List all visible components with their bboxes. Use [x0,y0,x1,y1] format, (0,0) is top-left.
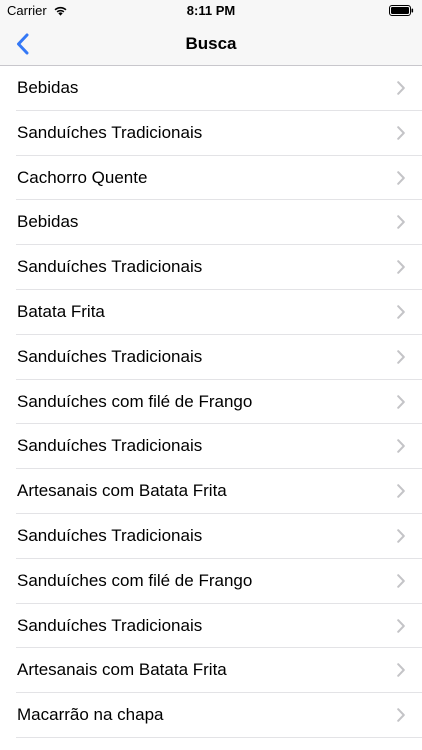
chevron-right-icon [397,125,405,140]
chevron-right-icon [397,394,405,409]
status-bar: Carrier 8:11 PM [0,0,422,22]
app-screen: Carrier 8:11 PM Busca Bebidas Sanduíches… [0,0,422,750]
chevron-right-icon [397,439,405,454]
list-item[interactable]: Bebidas [0,66,422,111]
list-item[interactable]: Sanduíches com filé de Frango [0,559,422,604]
list-item[interactable]: Cachorro Quente [0,156,422,201]
list-item[interactable]: Sanduíches Tradicionais [0,604,422,649]
chevron-right-icon [397,170,405,185]
list-item-label: Bebidas [17,78,79,97]
list-item-label: Macarrão na chapa [17,705,164,725]
list-item-label: Sanduíches Tradicionais [17,346,203,366]
list-item[interactable] [0,738,422,750]
list-item[interactable]: Artesanais com Batata Frita [0,648,422,693]
list-item-label: Artesanais com Batata Frita [17,481,227,501]
list-item[interactable]: Sanduíches Tradicionais [0,111,422,156]
list-item[interactable]: Artesanais com Batata Frita [0,469,422,514]
list-item-label: Sanduíches com filé de Frango [17,570,253,590]
list-item[interactable]: Sanduíches com filé de Frango [0,380,422,425]
chevron-right-icon [397,529,405,543]
list-item-label: Bebidas [17,212,79,232]
list-item-label: Sanduíches Tradicionais [17,615,203,635]
page-title: Busca [185,34,237,53]
chevron-right-icon [397,349,405,364]
list-item-label: Sanduíches Tradicionais [17,436,203,456]
list-item[interactable]: Sanduíches Tradicionais [0,514,422,559]
list-item-label: Sanduíches com filé de Frango [17,391,253,411]
chevron-right-icon [397,708,405,722]
list-item[interactable]: Sanduíches Tradicionais [0,424,422,469]
battery-icon [389,5,414,16]
list-item[interactable]: Sanduíches Tradicionais [0,335,422,380]
list-item[interactable]: Sanduíches Tradicionais [0,245,422,290]
chevron-right-icon [397,215,405,230]
chevron-right-icon [397,260,405,274]
chevron-right-icon [397,618,405,633]
list-item-label: Sanduíches Tradicionais [17,122,203,142]
list-item-label: Artesanais com Batata Frita [17,660,227,680]
list-item-label: Sanduíches Tradicionais [17,525,203,545]
chevron-right-icon [397,305,405,319]
status-time: 8:11 PM [186,3,236,18]
list-item-label: Cachorro Quente [17,167,148,187]
list-item[interactable]: Batata Frita [0,290,422,335]
category-list: Bebidas Sanduíches Tradicionais Cachorro… [0,66,422,750]
list-item[interactable]: Bebidas [0,200,422,245]
chevron-right-icon [397,573,405,588]
navigation-bar: Busca [0,22,422,66]
list-item[interactable]: Macarrão na chapa [0,693,422,738]
chevron-right-icon [397,663,405,678]
list-item-label: Sanduíches Tradicionais [17,257,203,277]
list-item-label: Batata Frita [17,301,105,321]
chevron-right-icon [397,81,405,95]
chevron-right-icon [397,484,405,498]
